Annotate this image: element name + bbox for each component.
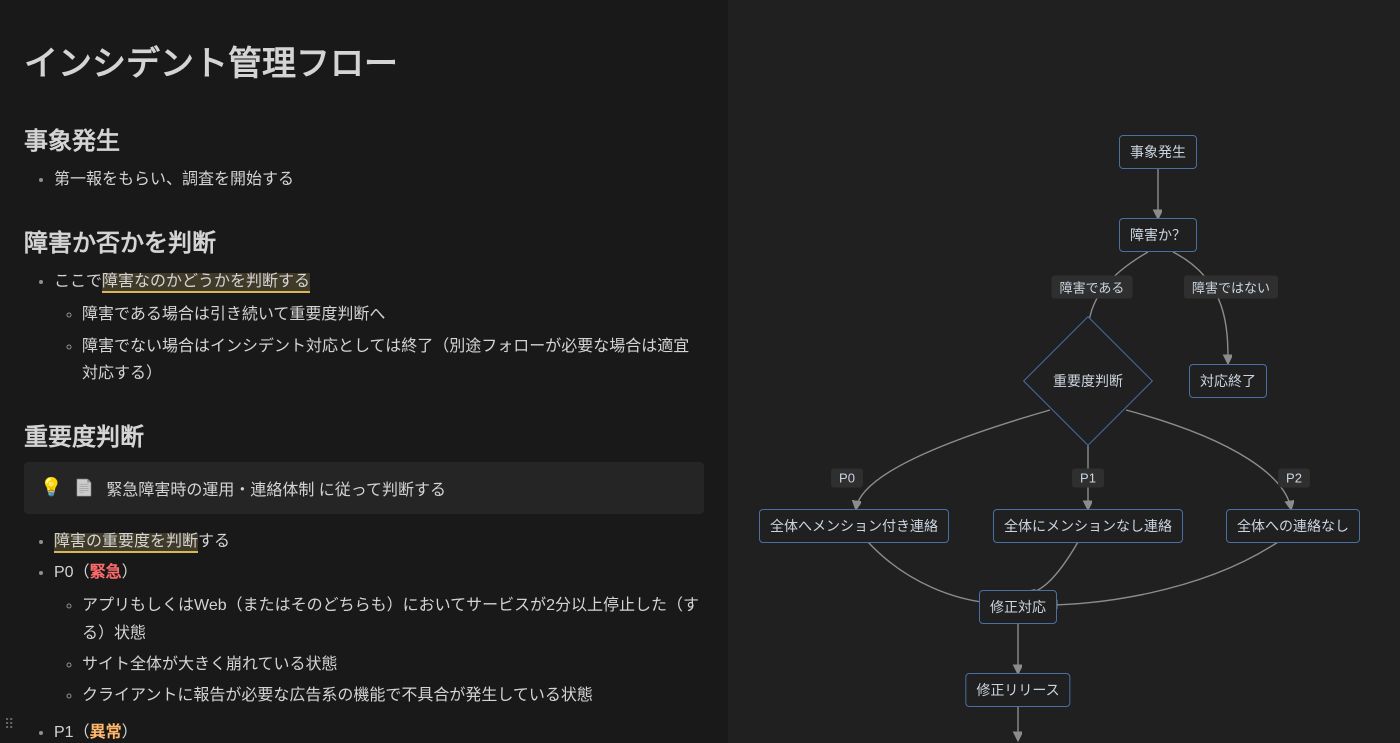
callout-text: 緊急障害時の運用・連絡体制 に従って判断する <box>106 476 446 500</box>
sublist: 障害である場合は引き続いて重要度判断へ 障害でない場合はインシデント対応としては… <box>54 301 704 387</box>
text: クライアントに報告が必要な広告系の機能で不具合が発生している状態 <box>82 687 593 704</box>
text: P0（ <box>54 564 90 581</box>
severity-tag-p0: 緊急 <box>90 564 122 581</box>
text: 障害である場合は引き続いて重要度判断へ <box>82 306 385 323</box>
flow-node-end: 対応終了 <box>1189 364 1267 398</box>
text: サイト全体が大きく崩れている状態 <box>82 656 338 673</box>
list-item: 障害の重要度を判断する <box>54 528 704 555</box>
severity-tag-p1: 異常 <box>90 724 122 741</box>
section-heading-severity: 重要度判断 <box>24 417 704 452</box>
list-item: 障害である場合は引き続いて重要度判断へ <box>82 301 704 328</box>
list-item: アプリもしくはWeb（またはそのどちらも）においてサービスが2分以上停止した（す… <box>82 592 704 646</box>
list-decide: ここで障害なのかどうかを判断する 障害である場合は引き続いて重要度判断へ 障害で… <box>24 268 704 387</box>
list-item-p1: P1（異常） <box>54 719 704 743</box>
flow-edge-label-no: 障害ではない <box>1184 276 1278 299</box>
flow-edge-label-p2: P2 <box>1278 469 1310 488</box>
text: P1（ <box>54 724 90 741</box>
text: 第一報をもらい、調査を開始する <box>54 171 294 188</box>
list-item: 第一報をもらい、調査を開始する <box>54 166 704 193</box>
list-item: 障害でない場合はインシデント対応としては終了（別途フォローが必要な場合は適宜対応… <box>82 333 704 387</box>
sublist: アプリもしくはWeb（またはそのどちらも）においてサービスが2分以上停止した（す… <box>54 592 704 709</box>
list-occurrence: 第一報をもらい、調査を開始する <box>24 166 704 193</box>
flow-node-p0-action: 全体へメンション付き連絡 <box>759 509 949 543</box>
callout: 💡 📄 緊急障害時の運用・連絡体制 に従って判断する <box>24 462 704 514</box>
list-item: サイト全体が大きく崩れている状態 <box>82 651 704 678</box>
list-severity: 障害の重要度を判断する P0（緊急） アプリもしくはWeb（またはそのどちらも）… <box>24 528 704 743</box>
flow-edge-label-p0: P0 <box>831 469 863 488</box>
list-item: ここで障害なのかどうかを判断する 障害である場合は引き続いて重要度判断へ 障害で… <box>54 268 704 387</box>
page: インシデント管理フロー 事象発生 第一報をもらい、調査を開始する 障害か否かを判… <box>0 0 1400 743</box>
list-item-p0: P0（緊急） アプリもしくはWeb（またはそのどちらも）においてサービスが2分以… <box>54 559 704 709</box>
flow-node-fix: 修正対応 <box>979 590 1057 624</box>
text: 障害でない場合はインシデント対応としては終了（別途フォローが必要な場合は適宜対応… <box>82 338 689 382</box>
text: ） <box>122 724 138 741</box>
lightbulb-icon: 💡 <box>40 477 62 498</box>
diamond-label: 重要度判断 <box>1053 371 1123 391</box>
flow-node-isfault: 障害か？ <box>1119 218 1197 252</box>
text: アプリもしくはWeb（またはそのどちらも）においてサービスが2分以上停止した（す… <box>82 597 699 641</box>
flow-node-release: 修正リリース <box>965 673 1070 707</box>
right-pane: 事象発生 障害か？ 対応終了 重要度判断 全体へメンション付き連絡 全体にメンシ… <box>728 0 1400 743</box>
drag-handle-icon[interactable]: ⠿ <box>4 716 13 733</box>
highlight: 障害なのかどうかを判断する <box>102 273 310 293</box>
page-title: インシデント管理フロー <box>24 36 704 85</box>
flow-node-event: 事象発生 <box>1119 135 1197 169</box>
flow-node-p2-action: 全体への連絡なし <box>1226 509 1360 543</box>
flowchart: 事象発生 障害か？ 対応終了 重要度判断 全体へメンション付き連絡 全体にメンシ… <box>728 90 1400 743</box>
text: する <box>198 533 230 550</box>
list-item: クライアントに報告が必要な広告系の機能で不具合が発生している状態 <box>82 682 704 709</box>
flow-edge-label-yes: 障害である <box>1052 276 1133 299</box>
document-icon: 📄 <box>74 478 94 498</box>
left-pane: インシデント管理フロー 事象発生 第一報をもらい、調査を開始する 障害か否かを判… <box>0 0 728 743</box>
flow-node-p1-action: 全体にメンションなし連絡 <box>993 509 1183 543</box>
flow-edge-label-p1: P1 <box>1072 469 1104 488</box>
section-heading-occurrence: 事象発生 <box>24 121 704 156</box>
flow-node-severity: 重要度判断 <box>1042 335 1134 427</box>
section-heading-decide: 障害か否かを判断 <box>24 223 704 258</box>
highlight: 障害の重要度を判断 <box>54 533 198 553</box>
text: ここで <box>54 273 102 290</box>
text: ） <box>122 564 138 581</box>
